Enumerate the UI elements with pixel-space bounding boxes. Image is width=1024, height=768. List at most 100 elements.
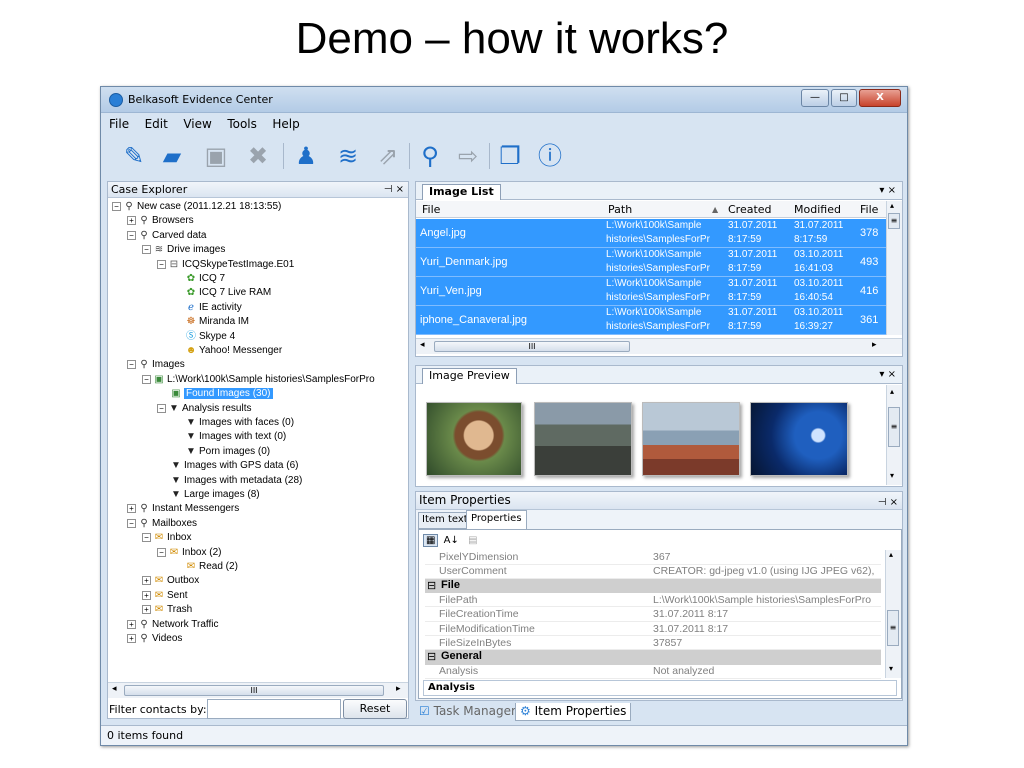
pin-icon[interactable]: ⊣ [878,497,887,508]
scrollbar-thumb[interactable]: ≡ [888,213,900,229]
categorized-view-icon[interactable]: ▦ [423,534,439,547]
pane-controls[interactable]: ▾ × [879,369,896,380]
tree-node[interactable]: − ▼ Analysis results [157,402,251,416]
collapse-icon[interactable]: − [142,245,151,255]
expand-icon[interactable]: + [142,605,151,615]
save-icon[interactable]: ▣ [201,141,231,171]
tree-node[interactable]: + ⚲ Instant Messengers [127,502,239,516]
tree-node[interactable]: − ⊟ ICQSkypeTestImage.E01 [157,258,294,272]
tree-node[interactable]: + ✉ Outbox [142,574,199,588]
expand-icon[interactable]: + [127,634,136,643]
tree-node[interactable]: − ⚲ Carved data [127,229,206,243]
property-row[interactable]: FileSizeInBytes 37857 [425,636,881,651]
filter-input[interactable] [207,699,341,719]
tree-node[interactable]: ▼ Large images (8) [157,488,260,502]
collapse-icon[interactable]: − [112,202,121,211]
reset-button[interactable]: Reset [343,699,407,719]
scrollbar-thumb[interactable]: III [434,341,630,352]
tree-node[interactable]: + ⚲ Videos [127,632,182,646]
tree-node[interactable]: ▼ Images with text (0) [172,430,286,444]
table-row[interactable]: Yuri_Denmark.jpg L:\Work\100k\Sample histo… [416,248,888,277]
tree-node[interactable]: + ✉ Trash [142,603,192,617]
tree-node[interactable]: ℯ IE activity [172,301,242,315]
tab-image-list[interactable]: Image List [422,184,501,200]
scroll-up-icon[interactable]: ▴ [890,387,894,396]
vertical-scrollbar[interactable]: ▴ ≡ ▾ [886,385,902,485]
collapse-icon[interactable]: − [127,230,136,240]
tree-node[interactable]: − ⚲ Mailboxes [127,517,197,531]
column-file[interactable]: File [422,203,440,216]
close-button[interactable]: X [859,89,901,107]
tree-node[interactable]: ✿ ICQ 7 [172,272,225,286]
collapse-icon[interactable]: ⊟ [427,579,436,592]
collapse-icon[interactable]: − [127,518,136,528]
expand-icon[interactable]: + [142,590,151,600]
scroll-down-icon[interactable]: ▾ [890,471,894,480]
menu-edit[interactable]: Edit [145,117,168,131]
property-row[interactable]: PixelYDimension 367 [425,550,881,565]
column-path[interactable]: Path [608,203,632,216]
property-category[interactable]: ⊟ File [425,578,881,594]
open-folder-icon[interactable]: ▰ [157,141,187,171]
horizontal-scrollbar[interactable]: ◂ III ▸ [416,338,902,354]
thumbnail-image[interactable] [534,402,632,476]
tree-node[interactable]: − ▣ L:\Work\100k\Sample histories\SamplesF… [142,373,375,387]
expand-icon[interactable]: + [127,216,136,226]
property-row[interactable]: UserComment CREATOR: gd-jpeg v1.0 (using … [425,564,881,579]
property-row[interactable]: FileModificationTime 31.07.2011 8:17 [425,622,881,636]
table-row[interactable]: iphone_Canaveral.jpg L:\Work\100k\Sample h… [416,306,888,335]
property-pages-icon[interactable]: ▤ [468,535,477,546]
tree-node[interactable]: ☸ Miranda IM [172,315,250,329]
tree-node[interactable]: − ✉ Inbox (2) [157,546,221,560]
thumbnail-image[interactable] [750,402,848,476]
tree-node[interactable]: − ⚲ Images [127,358,185,372]
close-icon[interactable]: × [396,184,404,195]
tree-node[interactable]: + ⚲ Browsers [127,214,194,228]
menu-view[interactable]: View [183,117,211,131]
export-icon[interactable]: ⇗ [373,141,403,171]
search-icon[interactable]: ⚲ [415,141,445,171]
tree-node[interactable]: − ≋ Drive images [142,243,225,257]
alphabetical-sort-icon[interactable]: A↓ [442,535,461,546]
collapse-icon[interactable]: − [157,403,166,413]
column-modified[interactable]: Modified [794,203,841,216]
tree-node[interactable]: ▼ Images with GPS data (6) [157,459,298,473]
tab-properties[interactable]: Properties [466,510,527,529]
property-row[interactable]: FileCreationTime 31.07.2011 8:17 [425,607,881,622]
tab-task-manager[interactable]: ☑ Task Manager [415,703,520,721]
tree-node[interactable]: ▣ Found Images (30) [157,387,273,401]
vertical-scrollbar[interactable]: ▴ ≡ ▾ [885,550,901,678]
table-row[interactable]: Yuri_Ven.jpg L:\Work\100k\Sample histories… [416,277,888,306]
layers-icon[interactable]: ≋ [333,141,363,171]
thumbnail-image[interactable] [426,402,522,476]
tree-node[interactable]: ▼ Images with metadata (28) [157,474,302,488]
column-file-size[interactable]: File [860,203,878,216]
collapse-icon[interactable]: − [157,259,166,269]
scroll-left-icon[interactable]: ◂ [420,340,425,350]
user-icon[interactable]: ♟ [291,141,321,171]
tab-image-preview[interactable]: Image Preview [422,368,517,384]
collapse-icon[interactable]: − [157,547,166,557]
collapse-icon[interactable]: − [142,374,151,384]
edit-icon[interactable]: ✎ [119,141,149,171]
maximize-button[interactable]: □ [831,89,857,107]
scrollbar-thumb[interactable]: ≡ [888,407,900,447]
table-row[interactable]: Angel.jpg L:\Work\100k\Sample histories\Sa… [416,219,888,248]
column-created[interactable]: Created [728,203,772,216]
tree-node[interactable]: ☻ Yahoo! Messenger [172,344,282,358]
collapse-icon[interactable]: − [127,360,136,370]
menu-file[interactable]: File [109,117,129,131]
vertical-scrollbar[interactable]: ▴ ≡ [886,201,902,335]
scrollbar-thumb[interactable]: III [124,685,384,696]
tree-node[interactable]: + ✉ Sent [142,589,188,603]
tree-node[interactable]: ✿ ICQ 7 Live RAM [172,286,271,300]
scroll-up-icon[interactable]: ▴ [890,201,894,210]
tree-node[interactable]: + ⚲ Network Traffic [127,618,219,632]
tree-node[interactable]: Ⓢ Skype 4 [172,330,235,344]
info-icon[interactable]: ⓘ [535,141,565,171]
tree-node[interactable]: − ✉ Inbox [142,531,191,545]
collapse-icon[interactable]: − [142,533,151,543]
expand-icon[interactable]: + [142,576,151,586]
scrollbar-thumb[interactable]: ≡ [887,610,899,646]
close-icon[interactable]: × [890,497,898,508]
